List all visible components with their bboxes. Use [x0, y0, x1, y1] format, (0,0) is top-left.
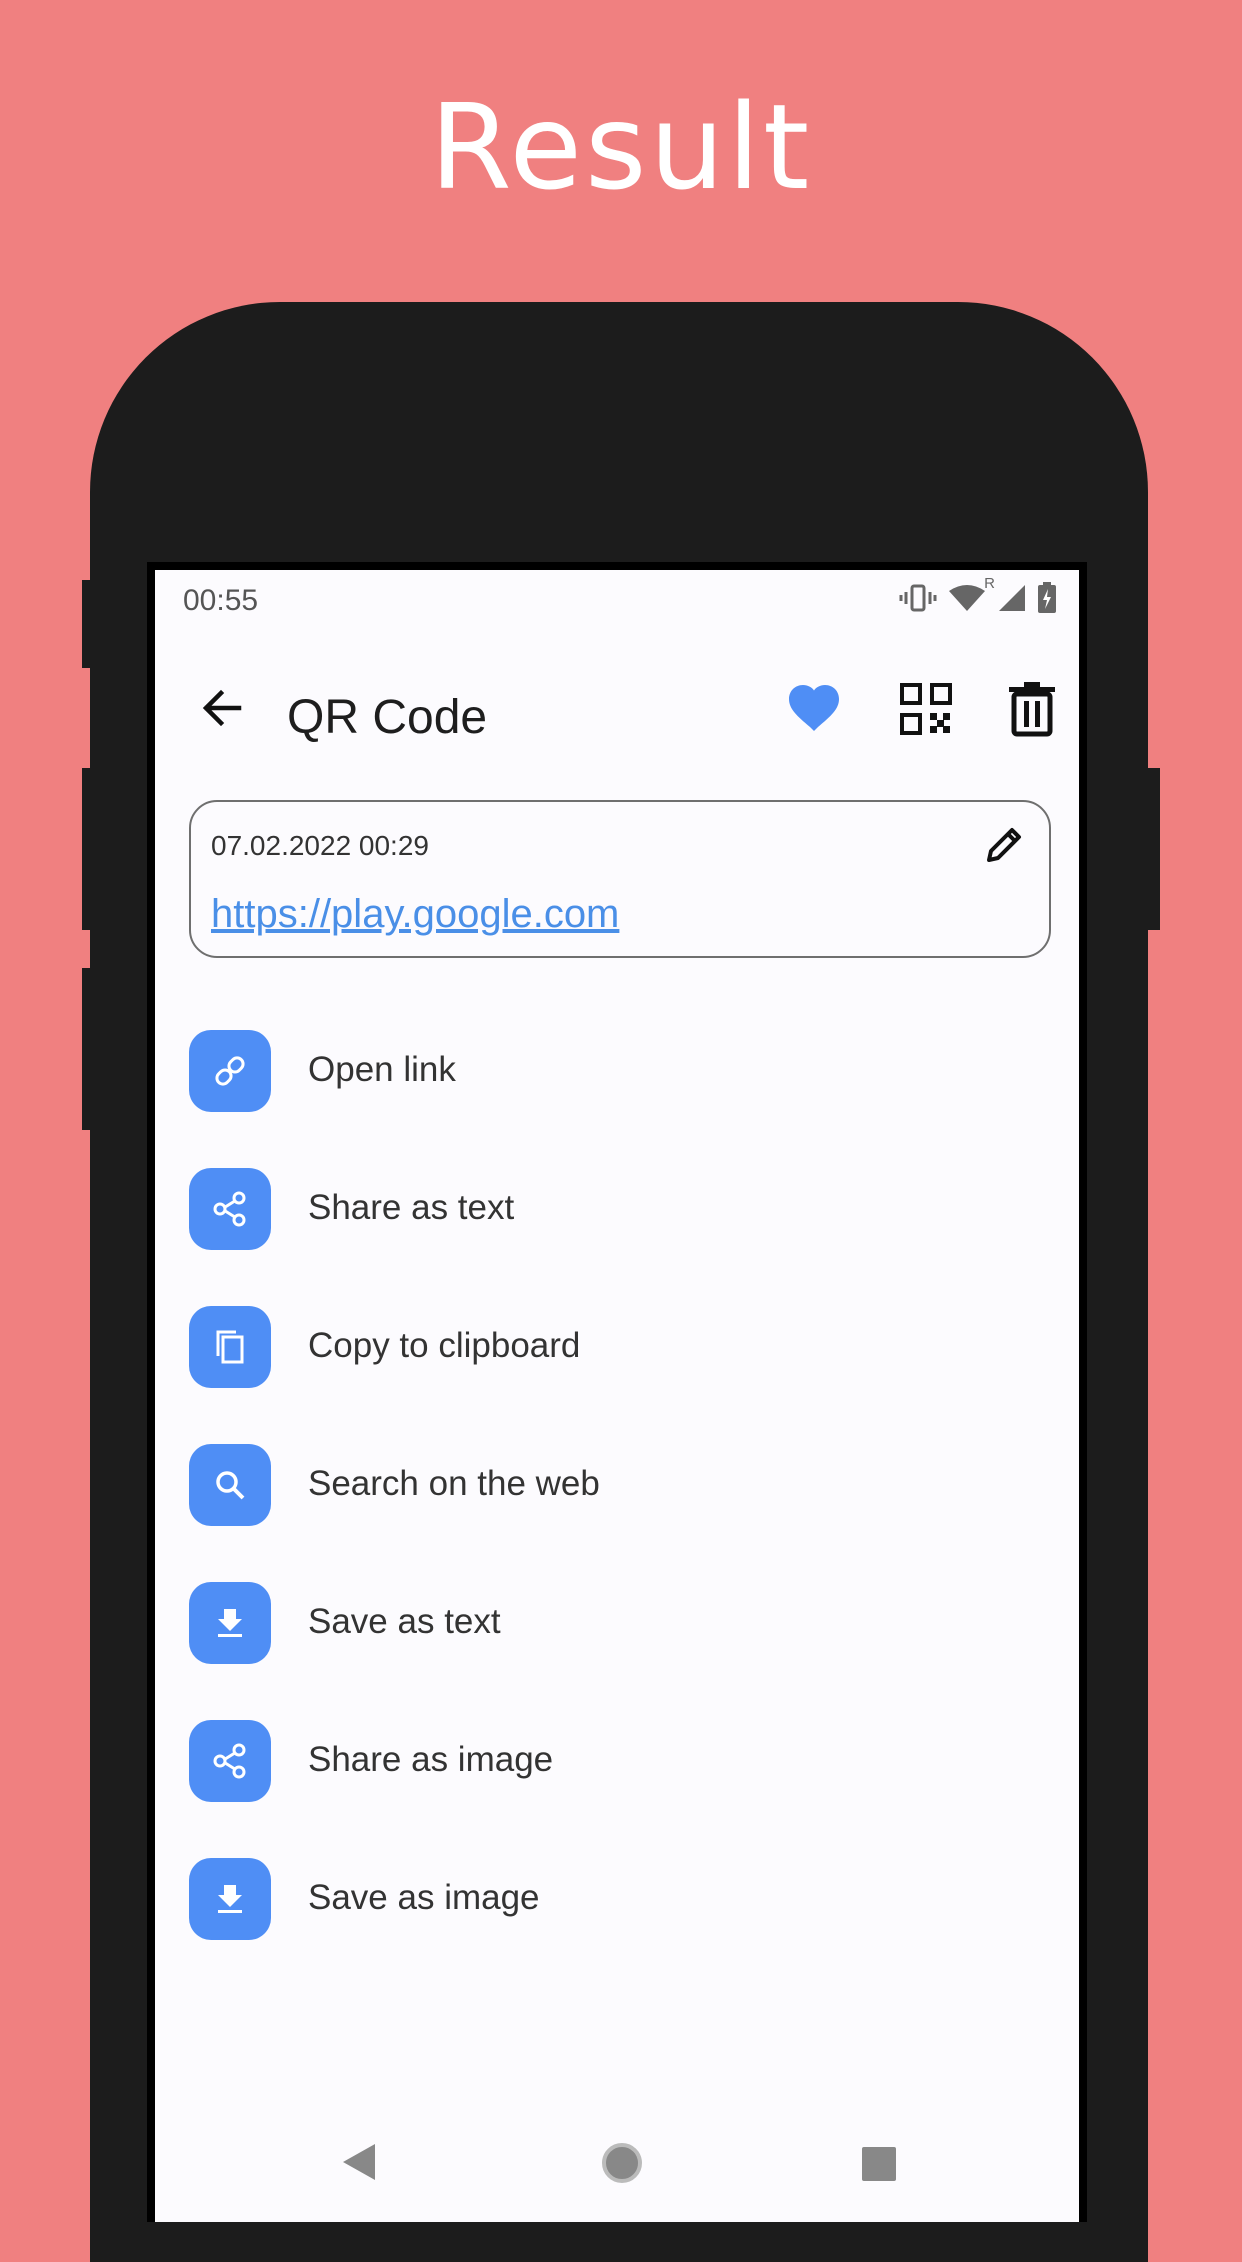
qr-code-icon: [900, 683, 952, 735]
phone-screen: 00:55 R QR Code 07.02.2022 00:29 https:/…: [147, 562, 1087, 2222]
share-icon: [189, 1720, 271, 1802]
side-button-right: [1146, 768, 1160, 930]
status-time: 00:55: [183, 584, 259, 617]
action-share-image[interactable]: Share as image: [189, 1720, 1079, 1858]
action-save-image[interactable]: Save as image: [189, 1858, 1079, 1996]
circle-home-icon: [602, 2143, 642, 2183]
status-bar: 00:55 R: [155, 570, 1079, 630]
share-icon: [189, 1168, 271, 1250]
result-card: 07.02.2022 00:29 https://play.google.com: [189, 800, 1051, 958]
favorite-button[interactable]: [785, 680, 843, 738]
qr-code-button[interactable]: [899, 682, 953, 736]
signal-icon: [997, 583, 1027, 618]
back-button[interactable]: [195, 680, 251, 736]
network-badge: R: [984, 575, 995, 592]
delete-button[interactable]: [1005, 680, 1059, 738]
action-label: Open link: [308, 1050, 456, 1089]
action-label: Search on the web: [308, 1464, 600, 1503]
nav-recents-button[interactable]: [861, 2146, 897, 2187]
copy-icon: [189, 1306, 271, 1388]
download-icon: [189, 1858, 271, 1940]
side-button-left-2: [82, 768, 96, 930]
nav-back-button[interactable]: [341, 2142, 377, 2187]
action-search-web[interactable]: Search on the web: [189, 1444, 1079, 1582]
pencil-icon: [987, 828, 1021, 862]
triangle-back-icon: [343, 2144, 375, 2180]
status-icons: R: [899, 575, 1057, 619]
result-link[interactable]: https://play.google.com: [211, 892, 619, 937]
link-icon: [189, 1030, 271, 1112]
action-label: Copy to clipboard: [308, 1326, 581, 1365]
system-nav-bar: [155, 2112, 1079, 2222]
trash-icon: [1009, 682, 1055, 737]
search-icon: [189, 1444, 271, 1526]
nav-home-button[interactable]: [601, 2142, 643, 2189]
app-screen: 00:55 R QR Code 07.02.2022 00:29 https:/…: [155, 570, 1079, 2222]
action-open-link[interactable]: Open link: [189, 1030, 1079, 1168]
page-title: QR Code: [287, 691, 488, 744]
action-label: Share as image: [308, 1740, 554, 1779]
action-copy-clipboard[interactable]: Copy to clipboard: [189, 1306, 1079, 1444]
side-button-left-3: [82, 968, 96, 1130]
wifi-icon: R: [947, 575, 995, 618]
heart-icon: [789, 685, 839, 731]
edit-button[interactable]: [981, 822, 1027, 868]
app-bar: QR Code: [155, 650, 1079, 770]
battery-icon: [1037, 582, 1057, 619]
side-button-left-1: [82, 580, 96, 668]
action-save-text[interactable]: Save as text: [189, 1582, 1079, 1720]
vibrate-icon: [899, 583, 937, 618]
download-icon: [189, 1582, 271, 1664]
square-recents-icon: [862, 2147, 896, 2181]
action-list: Open link Share as text Copy to clipboar…: [189, 1030, 1079, 1996]
action-label: Save as text: [308, 1602, 501, 1641]
arrow-left-icon: [202, 689, 242, 727]
action-label: Share as text: [308, 1188, 515, 1227]
promo-title: Result: [429, 78, 813, 216]
action-share-text[interactable]: Share as text: [189, 1168, 1079, 1306]
action-label: Save as image: [308, 1878, 540, 1917]
scan-date: 07.02.2022 00:29: [211, 830, 429, 861]
